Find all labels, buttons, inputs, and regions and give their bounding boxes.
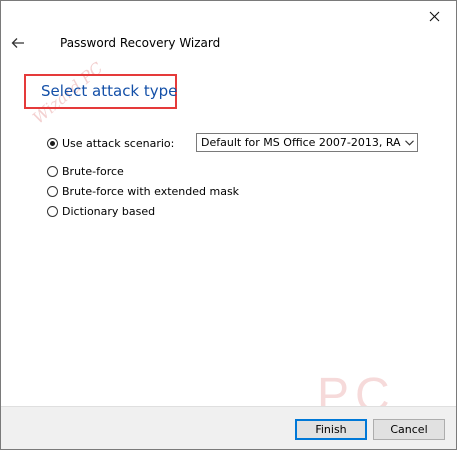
back-button[interactable] xyxy=(7,33,29,53)
back-arrow-icon xyxy=(11,38,24,48)
option-attack-scenario[interactable]: Use attack scenario: xyxy=(47,135,174,151)
cancel-button[interactable]: Cancel xyxy=(373,419,445,440)
section-title: Select attack type xyxy=(41,82,178,100)
option-label: Brute-force with extended mask xyxy=(62,184,240,198)
option-brute-force-mask[interactable]: Brute-force with extended mask xyxy=(47,183,239,199)
footer-bar: Finish Cancel xyxy=(1,406,456,449)
wizard-title: Password Recovery Wizard xyxy=(60,36,221,50)
close-icon xyxy=(429,11,439,21)
option-dictionary[interactable]: Dictionary based xyxy=(47,203,155,219)
wizard-window: Password Recovery Wizard Wizard PC Selec… xyxy=(0,0,457,450)
chevron-down-icon xyxy=(401,134,417,151)
radio-attack-scenario[interactable] xyxy=(47,137,58,149)
radio-dictionary[interactable] xyxy=(47,205,58,217)
finish-button[interactable]: Finish xyxy=(295,419,367,440)
option-label: Brute-force xyxy=(62,164,124,178)
option-brute-force[interactable]: Brute-force xyxy=(47,163,124,179)
option-label: Dictionary based xyxy=(62,204,156,218)
scenario-select[interactable]: Default for MS Office 2007-2013, RAR3-5 xyxy=(196,133,418,152)
option-label: Use attack scenario: xyxy=(62,136,175,150)
close-button[interactable] xyxy=(412,1,456,31)
scenario-select-value: Default for MS Office 2007-2013, RAR3-5 xyxy=(201,136,401,149)
radio-brute-force-mask[interactable] xyxy=(47,185,58,197)
radio-brute-force[interactable] xyxy=(47,165,58,177)
